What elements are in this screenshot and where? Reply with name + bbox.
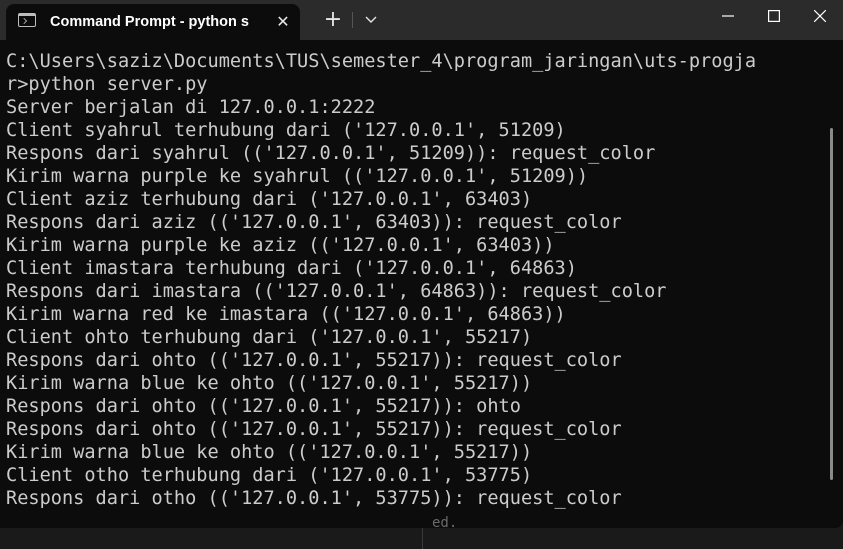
terminal-line: Kirim warna blue ke ohto (('127.0.0.1', … [6, 442, 533, 463]
terminal-line: Kirim warna blue ke ohto (('127.0.0.1', … [6, 373, 533, 394]
terminal-line: r>python server.py [6, 74, 208, 95]
close-window-button[interactable] [797, 0, 843, 32]
maximize-button[interactable] [751, 0, 797, 32]
command-prompt-window: Command Prompt - python s ✕ + C:\Users\s… [0, 0, 843, 528]
terminal-line: Client imastara terhubung dari ('127.0.0… [6, 258, 577, 279]
terminal-line: Client ohto terhubung dari ('127.0.0.1',… [6, 327, 533, 348]
terminal-line: Kirim warna purple ke aziz (('127.0.0.1'… [6, 235, 555, 256]
tab-divider [352, 12, 353, 28]
minimize-icon [722, 15, 734, 17]
terminal-line: Respons dari otho (('127.0.0.1', 53775))… [6, 488, 622, 509]
terminal-icon [18, 13, 36, 27]
terminal-output[interactable]: C:\Users\saziz\Documents\TUS\semester_4\… [0, 40, 843, 528]
vertical-scrollbar[interactable] [830, 128, 833, 480]
background-window-text: ed. [432, 516, 458, 530]
terminal-line: Client syahrul terhubung dari ('127.0.0.… [6, 120, 566, 141]
terminal-line: Respons dari imastara (('127.0.0.1', 648… [6, 281, 667, 302]
maximize-icon [768, 10, 780, 22]
terminal-line: Client aziz terhubung dari ('127.0.0.1',… [6, 189, 533, 210]
terminal-line: Server berjalan di 127.0.0.1:2222 [6, 97, 376, 118]
terminal-line: Respons dari ohto (('127.0.0.1', 55217))… [6, 396, 521, 417]
new-tab-button[interactable]: + [318, 6, 348, 34]
terminal-lines: C:\Users\saziz\Documents\TUS\semester_4\… [6, 50, 818, 510]
terminal-line: Respons dari aziz (('127.0.0.1', 63403))… [6, 212, 622, 233]
minimize-button[interactable] [705, 0, 751, 32]
terminal-line: Respons dari ohto (('127.0.0.1', 55217))… [6, 350, 622, 371]
tab-title: Command Prompt - python s [50, 14, 249, 30]
terminal-line: Client otho terhubung dari ('127.0.0.1',… [6, 465, 533, 486]
background-window-edge [422, 528, 423, 549]
title-bar[interactable]: Command Prompt - python s ✕ + [0, 0, 843, 40]
terminal-line: Kirim warna red ke imastara (('127.0.0.1… [6, 304, 566, 325]
close-icon [814, 10, 826, 22]
tab-dropdown-button[interactable] [358, 6, 384, 34]
tab-command-prompt[interactable]: Command Prompt - python s ✕ [6, 4, 300, 40]
chevron-down-icon [365, 16, 377, 23]
terminal-line: Respons dari ohto (('127.0.0.1', 55217))… [6, 419, 622, 440]
terminal-line: Kirim warna purple ke syahrul (('127.0.0… [6, 166, 589, 187]
terminal-line: Respons dari syahrul (('127.0.0.1', 5120… [6, 143, 656, 164]
close-tab-button[interactable]: ✕ [270, 9, 296, 35]
terminal-line: C:\Users\saziz\Documents\TUS\semester_4\… [6, 51, 757, 72]
